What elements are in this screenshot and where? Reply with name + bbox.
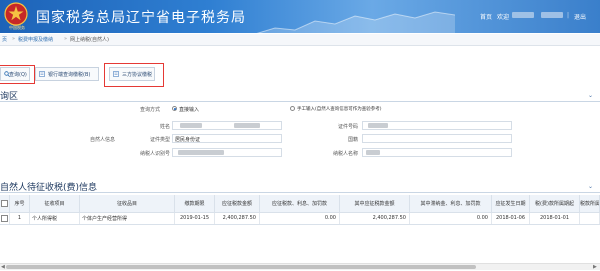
horizontal-scrollbar[interactable]: ◀ ▶ xyxy=(0,263,600,270)
form-row-query-mode: 查询方式 直接输入 手工输入(自然人查询信息可作为查验参考) xyxy=(0,103,600,116)
taxpayer-name-field[interactable] xyxy=(362,148,512,157)
user-id-blurred xyxy=(541,12,563,18)
cell-occur-date: 2018-01-06 xyxy=(492,212,530,224)
table-header-index: 序号 xyxy=(10,195,30,212)
cell-subitem: 个体户生产经营所得 xyxy=(80,212,175,224)
chevron-down-icon[interactable]: ⌄ xyxy=(588,183,593,190)
taxpayer-id-blurred xyxy=(178,150,224,155)
table-header-subitem: 征收品目 xyxy=(80,195,175,212)
cell-amount: 2,400,287.50 xyxy=(215,212,260,224)
table-header-tax-amount: 其中应征税款金额 xyxy=(340,195,410,212)
radio-manual-input-label: 手工输入(自然人查询信息可作为查验参考) xyxy=(297,107,382,112)
header-divider: | xyxy=(567,12,570,19)
breadcrumb-home[interactable]: 页 xyxy=(2,36,7,43)
form-row-name: 姓名 证件号码 xyxy=(0,120,600,133)
row-select-cell xyxy=(0,212,10,224)
form-row-id-type: 证件类型 居民身份证 国籍 xyxy=(0,133,600,146)
table-header-period-start: 税(费)款所属期起 xyxy=(530,195,580,212)
id-number-label: 证件号码 xyxy=(337,124,358,130)
radio-direct-input[interactable] xyxy=(172,106,177,111)
cell-period-start: 2018-01-01 xyxy=(530,212,580,224)
table-divider xyxy=(0,212,600,213)
divider xyxy=(0,192,600,193)
scrollbar-thumb[interactable] xyxy=(6,265,476,269)
cell-index: 1 xyxy=(10,212,30,224)
nationality-label: 国籍 xyxy=(347,137,358,143)
name-label: 姓名 xyxy=(159,124,170,130)
divider xyxy=(0,101,600,102)
emblem-text: 中国税务 xyxy=(9,25,25,30)
table-header-deadline: 缴款期限 xyxy=(175,195,215,212)
name-value-blurred xyxy=(234,123,260,128)
highlight-box-tripartite xyxy=(104,63,164,87)
row-checkbox[interactable] xyxy=(1,215,8,222)
table-divider xyxy=(0,224,600,225)
bank-query-button[interactable]: 银行端查询缴税(B) xyxy=(35,67,99,81)
cell-late-fee: 0.00 xyxy=(410,212,492,224)
bank-query-button-label: 银行端查询缴税(B) xyxy=(48,72,91,78)
id-type-select[interactable]: 居民身份证 xyxy=(172,134,282,143)
id-type-label: 证件类型 xyxy=(149,137,170,143)
site-header: 中国税务 国家税务总局辽宁省电子税务局 首页 欢迎 | 退出 xyxy=(0,0,600,33)
form-row-taxpayer: 纳税人识别号 纳税人名称 xyxy=(0,147,600,160)
cell-deadline: 2019-01-15 xyxy=(175,212,215,224)
taxpayer-name-blurred xyxy=(366,150,380,155)
table-header-period-end: 税款所属期止 xyxy=(580,195,600,212)
table-header-late-fee: 其中滞纳金、利息、加罚款 xyxy=(410,195,492,212)
cell-item: 个人所得税 xyxy=(30,212,80,224)
bank-icon xyxy=(39,71,45,77)
name-value-blurred xyxy=(180,123,202,128)
table-header-amount-interest: 应征税款、利息、加罚款 xyxy=(260,195,340,212)
table-header-select xyxy=(0,195,10,212)
breadcrumb: 页 » 税费申报及缴纳 » 网上纳税(自然人) xyxy=(0,34,600,46)
table-header-occur-date: 应征发生日期 xyxy=(492,195,530,212)
scroll-right-icon[interactable]: ▶ xyxy=(593,264,597,270)
great-wall-graphic xyxy=(256,11,455,33)
site-title: 国家税务总局辽宁省电子税务局 xyxy=(36,10,246,26)
welcome-text: 欢迎 xyxy=(497,14,510,21)
table-header-amount: 应征税款金额 xyxy=(215,195,260,212)
cell-amount-interest: 0.00 xyxy=(260,212,340,224)
home-link[interactable]: 首页 xyxy=(480,12,492,21)
highlight-box-query xyxy=(0,65,35,84)
query-mode-label: 查询方式 xyxy=(139,107,160,113)
cell-tax-amount: 2,400,287.50 xyxy=(340,212,410,224)
select-all-checkbox[interactable] xyxy=(1,200,8,207)
nationality-field[interactable] xyxy=(362,134,512,143)
radio-manual-input[interactable] xyxy=(290,106,295,111)
logout-link[interactable]: 退出 xyxy=(574,12,586,21)
breadcrumb-tax-declaration[interactable]: 税费申报及缴纳 xyxy=(18,36,53,43)
breadcrumb-separator: » xyxy=(12,36,16,42)
tax-emblem-icon xyxy=(4,2,28,26)
table-header-item: 征收项目 xyxy=(30,195,80,212)
user-name-blurred xyxy=(512,12,534,18)
cell-period-end xyxy=(580,212,600,224)
scroll-left-icon[interactable]: ◀ xyxy=(1,264,5,270)
radio-direct-input-label: 直接输入 xyxy=(179,107,200,113)
id-number-blurred xyxy=(368,123,388,128)
breadcrumb-separator: » xyxy=(64,36,68,42)
taxpayer-name-label: 纳税人名称 xyxy=(332,151,358,157)
taxpayer-id-label: 纳税人识别号 xyxy=(139,151,170,157)
chevron-down-icon[interactable]: ⌄ xyxy=(588,92,593,99)
breadcrumb-current: 网上纳税(自然人) xyxy=(70,37,109,43)
